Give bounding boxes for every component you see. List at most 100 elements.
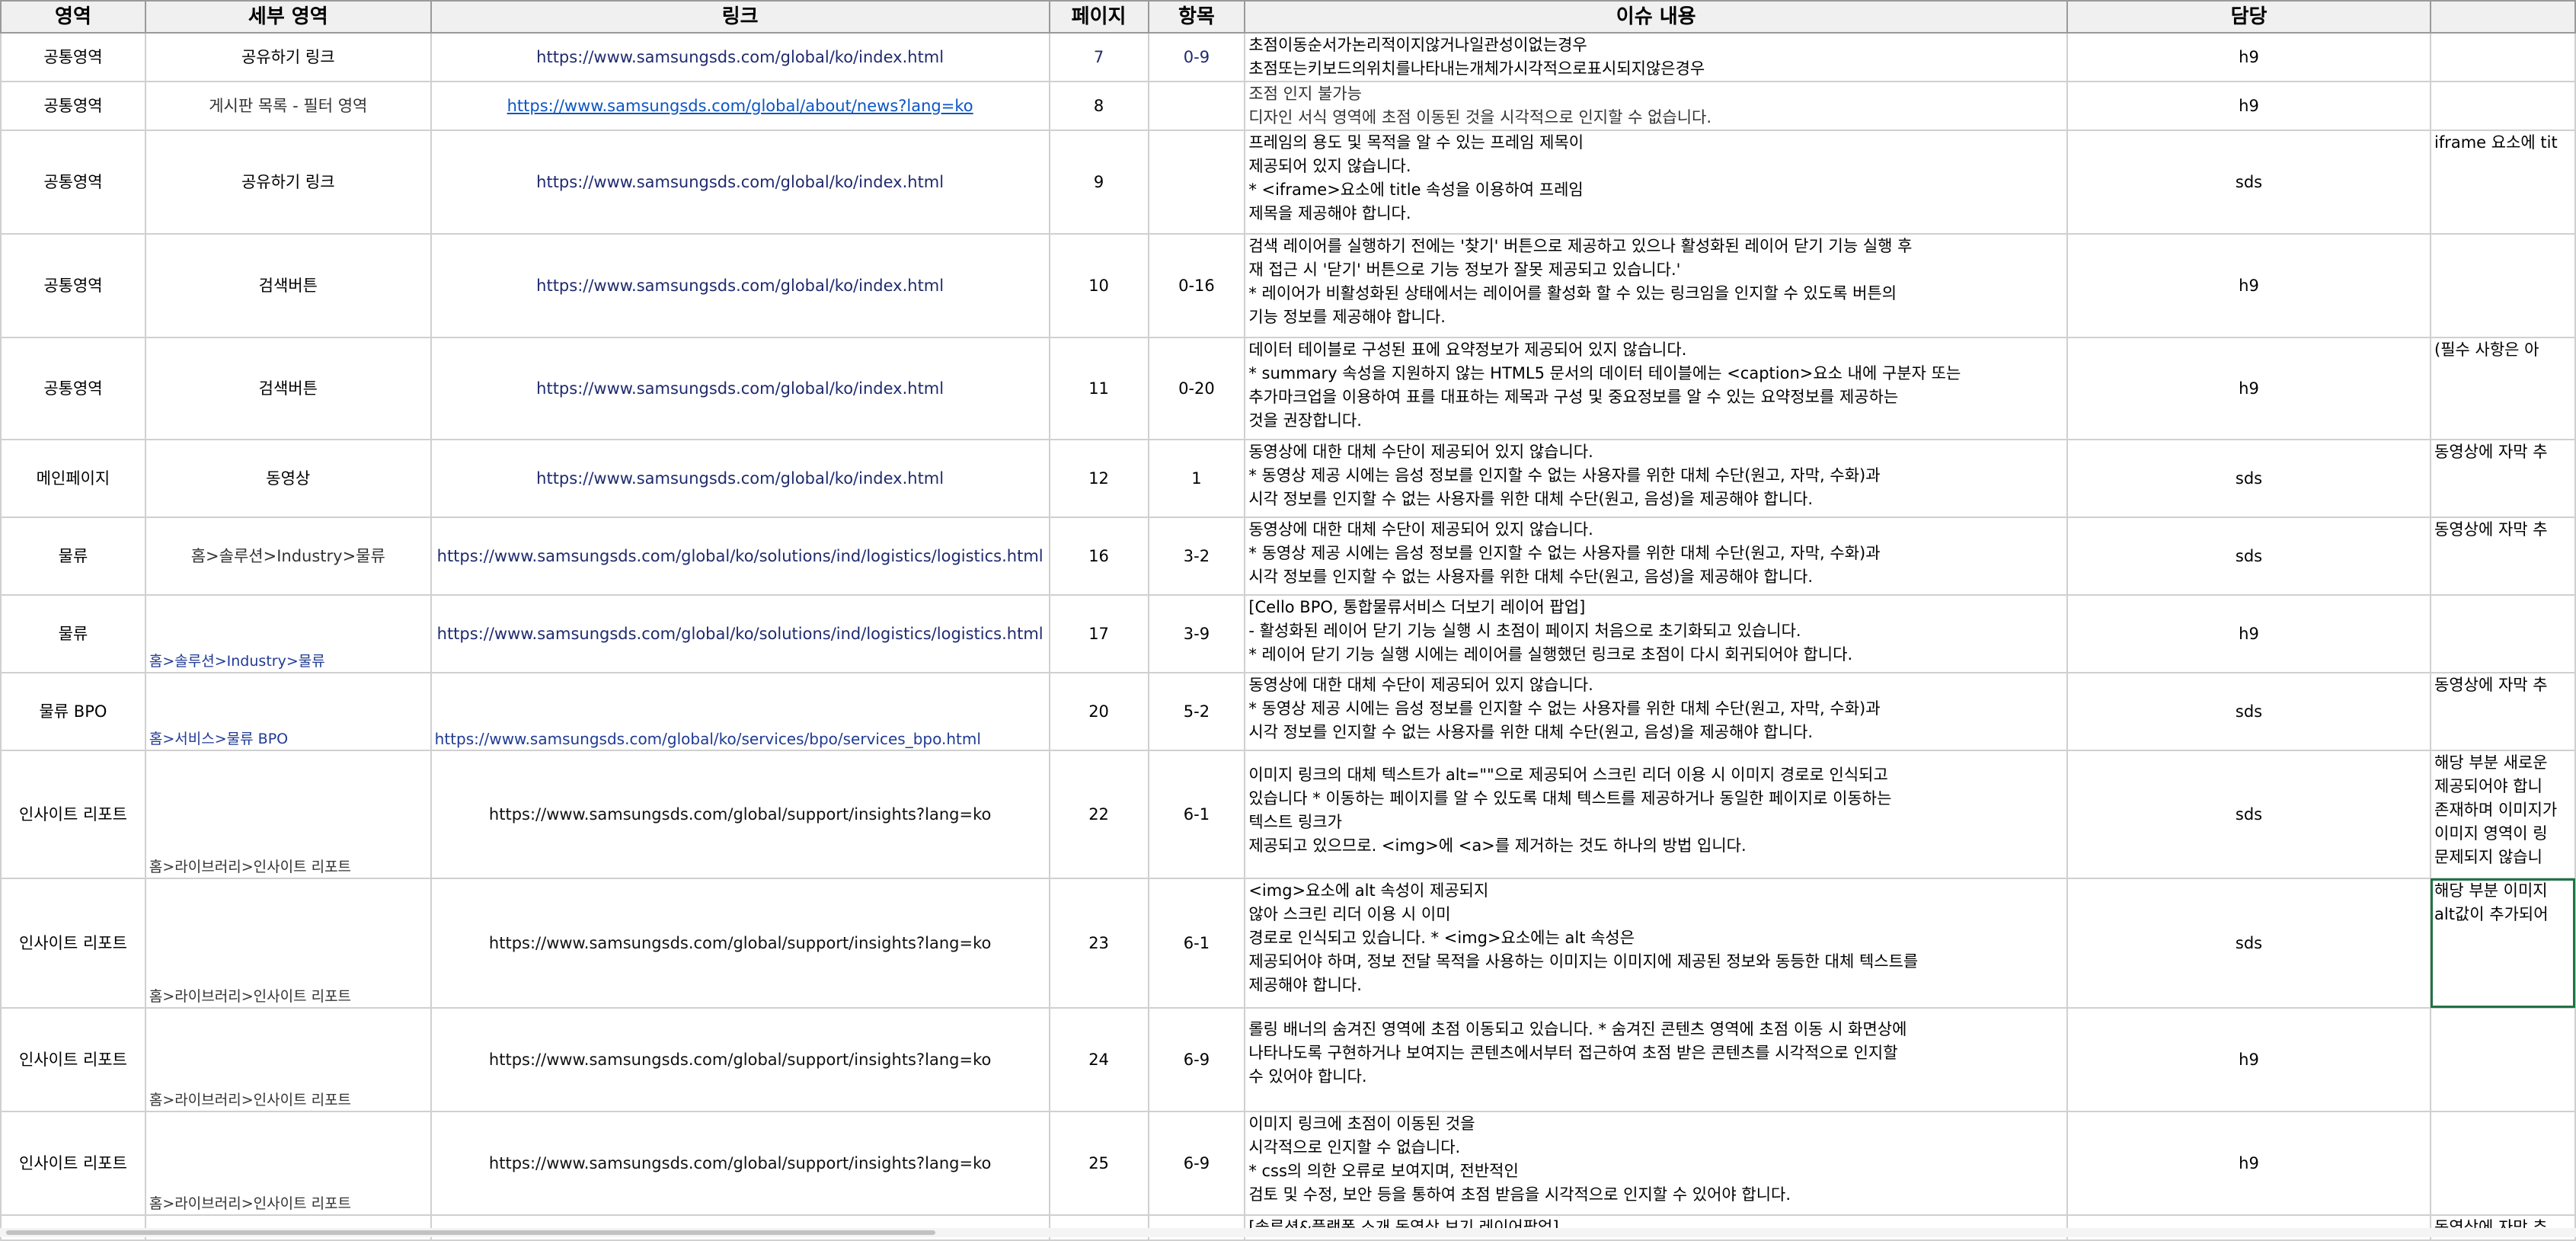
page-cell[interactable]: 24 bbox=[1048, 1007, 1149, 1112]
extra-cell[interactable]: 해당 부분 새로운 제공되어야 합니 존재하며 이미지가 이미지 영역이 링 문… bbox=[2430, 750, 2576, 879]
extra-cell[interactable]: (필수 사항은 아 bbox=[2430, 337, 2576, 440]
link-cell[interactable]: https://www.samsungsds.com/global/about/… bbox=[430, 81, 1050, 131]
header-area[interactable]: 영역 bbox=[0, 0, 146, 34]
extra-cell[interactable] bbox=[2430, 1111, 2576, 1216]
item-cell[interactable]: 5-2 bbox=[1147, 672, 1246, 751]
owner-cell[interactable]: sds bbox=[2066, 750, 2431, 879]
item-cell[interactable] bbox=[1147, 81, 1246, 131]
issue-cell[interactable]: <img>요소에 alt 속성이 제공되지 않아 스크린 리더 이용 시 이미 … bbox=[1244, 878, 2068, 1009]
item-cell[interactable]: 0-9 bbox=[1147, 32, 1246, 82]
area-cell[interactable]: 물류 BPO bbox=[0, 672, 146, 751]
subarea-cell[interactable]: 홈>솔루션>Industry>물류 bbox=[144, 517, 432, 596]
area-cell[interactable]: 공통영역 bbox=[0, 130, 146, 235]
issue-cell[interactable]: 이미지 링크의 대체 텍스트가 alt=""으로 제공되어 스크린 리더 이용 … bbox=[1244, 750, 2068, 879]
page-cell[interactable]: 16 bbox=[1048, 517, 1149, 596]
issue-cell[interactable]: [Cello BPO, 통합물류서비스 더보기 레이어 팝업] - 활성화된 레… bbox=[1244, 594, 2068, 673]
page-cell[interactable]: 23 bbox=[1048, 878, 1149, 1009]
extra-cell-selected[interactable]: 해당 부분 이미지 alt값이 추가되어 bbox=[2430, 878, 2576, 1009]
subarea-cell[interactable]: 동영상 bbox=[144, 439, 432, 518]
issue-cell[interactable]: 롤링 배너의 숨겨진 영역에 초점 이동되고 있습니다. * 숨겨진 콘텐츠 영… bbox=[1244, 1007, 2068, 1112]
header-link[interactable]: 링크 bbox=[430, 0, 1050, 34]
issue-cell[interactable]: 조점 인지 불가능 디자인 서식 영역에 초점 이동된 것을 시각적으로 인지할… bbox=[1244, 81, 2068, 131]
subarea-cell[interactable]: 검색버튼 bbox=[144, 337, 432, 440]
header-issue[interactable]: 이슈 내용 bbox=[1244, 0, 2068, 34]
area-cell[interactable]: 인사이트 리포트 bbox=[0, 1007, 146, 1112]
link-cell[interactable]: https://www.samsungsds.com/global/ko/ind… bbox=[430, 337, 1050, 440]
area-cell[interactable]: 공통영역 bbox=[0, 81, 146, 131]
issue-cell[interactable]: 동영상에 대한 대체 수단이 제공되어 있지 않습니다. * 동영상 제공 시에… bbox=[1244, 439, 2068, 518]
item-cell[interactable] bbox=[1147, 130, 1246, 235]
extra-cell[interactable] bbox=[2430, 32, 2576, 82]
owner-cell[interactable]: h9 bbox=[2066, 32, 2431, 82]
subarea-cell[interactable]: 홈>라이브러리>인사이트 리포트 bbox=[144, 750, 432, 879]
page-cell[interactable]: 10 bbox=[1048, 233, 1149, 338]
issue-cell[interactable]: 초점이동순서가논리적이지않거나일관성이없는경우 초점또는키보드의위치를나타내는개… bbox=[1244, 32, 2068, 82]
extra-cell[interactable] bbox=[2430, 1007, 2576, 1112]
owner-cell[interactable]: h9 bbox=[2066, 233, 2431, 338]
link-cell[interactable]: https://www.samsungsds.com/global/suppor… bbox=[430, 1111, 1050, 1216]
subarea-cell[interactable]: 홈>솔루션>Industry>물류 bbox=[144, 594, 432, 673]
owner-cell[interactable]: h9 bbox=[2066, 81, 2431, 131]
item-cell[interactable]: 3-9 bbox=[1147, 594, 1246, 673]
header-owner[interactable]: 담당 bbox=[2066, 0, 2431, 34]
extra-cell[interactable] bbox=[2430, 233, 2576, 338]
issue-cell[interactable]: 프레임의 용도 및 목적을 알 수 있는 프레임 제목이 제공되어 있지 않습니… bbox=[1244, 130, 2068, 235]
issue-cell[interactable]: 동영상에 대한 대체 수단이 제공되어 있지 않습니다. * 동영상 제공 시에… bbox=[1244, 672, 2068, 751]
link-cell[interactable]: https://www.samsungsds.com/global/suppor… bbox=[430, 1007, 1050, 1112]
subarea-cell[interactable]: 홈>라이브러리>인사이트 리포트 bbox=[144, 878, 432, 1009]
subarea-cell[interactable]: 홈>라이브러리>인사이트 리포트 bbox=[144, 1111, 432, 1216]
item-cell[interactable]: 0-16 bbox=[1147, 233, 1246, 338]
page-cell[interactable]: 22 bbox=[1048, 750, 1149, 879]
issue-cell[interactable]: 데이터 테이블로 구성된 표에 요약정보가 제공되어 있지 않습니다. * su… bbox=[1244, 337, 2068, 440]
subarea-cell[interactable]: 홈>서비스>물류 BPO bbox=[144, 672, 432, 751]
issue-cell[interactable]: 동영상에 대한 대체 수단이 제공되어 있지 않습니다. * 동영상 제공 시에… bbox=[1244, 517, 2068, 596]
area-cell[interactable]: 공통영역 bbox=[0, 337, 146, 440]
owner-cell[interactable]: h9 bbox=[2066, 1111, 2431, 1216]
item-cell[interactable]: 6-1 bbox=[1147, 878, 1246, 1009]
extra-cell[interactable] bbox=[2430, 81, 2576, 131]
subarea-cell[interactable]: 검색버튼 bbox=[144, 233, 432, 338]
owner-cell[interactable]: sds bbox=[2066, 672, 2431, 751]
area-cell[interactable]: 메인페이지 bbox=[0, 439, 146, 518]
extra-cell[interactable] bbox=[2430, 594, 2576, 673]
subarea-cell[interactable]: 게시판 목록 - 필터 영역 bbox=[144, 81, 432, 131]
link-cell[interactable]: https://www.samsungsds.com/global/suppor… bbox=[430, 878, 1050, 1009]
area-cell[interactable]: 인사이트 리포트 bbox=[0, 1111, 146, 1216]
page-cell[interactable]: 7 bbox=[1048, 32, 1149, 82]
subarea-cell[interactable]: 공유하기 링크 bbox=[144, 32, 432, 82]
link-cell[interactable]: https://www.samsungsds.com/global/ko/ind… bbox=[430, 130, 1050, 235]
extra-cell[interactable]: 동영상에 자막 추 bbox=[2430, 439, 2576, 518]
owner-cell[interactable]: sds bbox=[2066, 878, 2431, 1009]
link-cell[interactable]: https://www.samsungsds.com/global/ko/ser… bbox=[430, 672, 1050, 751]
link-cell[interactable]: https://www.samsungsds.com/global/ko/ind… bbox=[430, 439, 1050, 518]
owner-cell[interactable]: sds bbox=[2066, 439, 2431, 518]
area-cell[interactable]: 인사이트 리포트 bbox=[0, 878, 146, 1009]
subarea-cell[interactable]: 공유하기 링크 bbox=[144, 130, 432, 235]
extra-cell[interactable]: iframe 요소에 tit bbox=[2430, 130, 2576, 235]
link-cell[interactable]: https://www.samsungsds.com/global/suppor… bbox=[430, 750, 1050, 879]
extra-cell[interactable]: 동영상에 자막 추 bbox=[2430, 517, 2576, 596]
item-cell[interactable]: 1 bbox=[1147, 439, 1246, 518]
area-cell[interactable]: 공통영역 bbox=[0, 233, 146, 338]
header-item[interactable]: 항목 bbox=[1147, 0, 1246, 34]
extra-cell[interactable]: 동영상에 자막 추 bbox=[2430, 672, 2576, 751]
link-cell[interactable]: https://www.samsungsds.com/global/ko/ind… bbox=[430, 233, 1050, 338]
issue-cell[interactable]: 이미지 링크에 초점이 이동된 것을 시각적으로 인지할 수 없습니다. * c… bbox=[1244, 1111, 2068, 1216]
area-cell[interactable]: 물류 bbox=[0, 594, 146, 673]
area-cell[interactable]: 인사이트 리포트 bbox=[0, 750, 146, 879]
item-cell[interactable]: 3-2 bbox=[1147, 517, 1246, 596]
header-subarea[interactable]: 세부 영역 bbox=[144, 0, 432, 34]
page-cell[interactable]: 17 bbox=[1048, 594, 1149, 673]
horizontal-scrollbar[interactable] bbox=[0, 1228, 2576, 1237]
page-cell[interactable]: 25 bbox=[1048, 1111, 1149, 1216]
owner-cell[interactable]: h9 bbox=[2066, 594, 2431, 673]
page-cell[interactable]: 11 bbox=[1048, 337, 1149, 440]
link-cell[interactable]: https://www.samsungsds.com/global/ko/sol… bbox=[430, 517, 1050, 596]
item-cell[interactable]: 6-1 bbox=[1147, 750, 1246, 879]
owner-cell[interactable]: h9 bbox=[2066, 1007, 2431, 1112]
owner-cell[interactable]: h9 bbox=[2066, 337, 2431, 440]
scrollbar-thumb[interactable] bbox=[6, 1230, 935, 1235]
link-cell[interactable]: https://www.samsungsds.com/global/ko/ind… bbox=[430, 32, 1050, 82]
area-cell[interactable]: 물류 bbox=[0, 517, 146, 596]
issue-cell[interactable]: 검색 레이어를 실행하기 전에는 '찾기' 버튼으로 제공하고 있으나 활성화된… bbox=[1244, 233, 2068, 338]
